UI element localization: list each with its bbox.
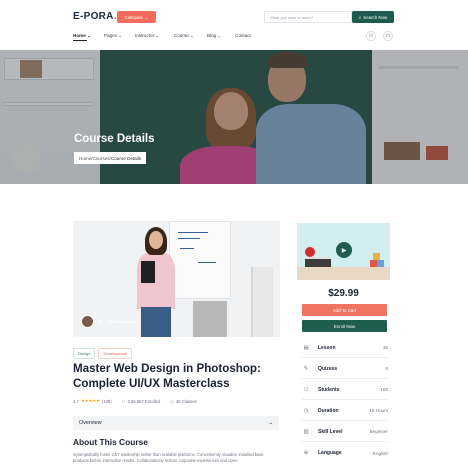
nav-item-blog[interactable]: Blog ⌄ [207, 33, 221, 39]
info-row-language: ⊕ Language English [303, 450, 388, 456]
info-row-duration: ◷ Duration 15 Hours [302, 401, 388, 421]
course-thumbnail: By Emilia Jonas [73, 221, 280, 337]
overview-accordion[interactable]: Overview ⌄ [73, 416, 279, 430]
user-icon[interactable]: ⚇ [366, 31, 376, 41]
category-label: Categorie [124, 14, 143, 20]
classes-icon: ◷ [170, 398, 174, 404]
tag-design[interactable]: Design [73, 348, 96, 359]
enrolled-count: 2,56,687 Enrolled [127, 398, 161, 404]
breadcrumb: Home / Courses / Course Details [74, 152, 147, 164]
search-button[interactable]: ⌕ Search Now [352, 11, 394, 23]
about-heading: About This Course [73, 437, 148, 447]
classes-count: 36 Classes [175, 398, 197, 404]
info-row-students: ⚇ Students 105 [302, 380, 388, 400]
chevron-down-icon: ⌄ [144, 14, 149, 20]
course-author[interactable]: By Emilia Jonas [81, 315, 135, 328]
about-text: Synergistically foster 24/7 leadership r… [73, 452, 264, 464]
info-row-quizess: ✎ Quizess 6 [302, 359, 388, 379]
whiteboard [169, 221, 231, 299]
breadcrumb-current: Course Details [110, 155, 142, 161]
search-icon: ⌕ [358, 14, 362, 20]
tag-development[interactable]: Development [98, 348, 133, 359]
enrolled-icon: ⚇ [121, 398, 126, 404]
search-input[interactable]: What you want to learn? [264, 11, 352, 23]
review-count: (108) [101, 398, 112, 404]
globe-icon: ⊕ [303, 450, 309, 456]
hero-banner: Course Details Home / Courses / Course D… [0, 50, 468, 184]
category-dropdown-button[interactable]: Categorie ⌄ [117, 11, 156, 23]
students-icon: ⚇ [303, 386, 309, 393]
search-button-label: Search Now [363, 14, 388, 20]
nav-item-pages[interactable]: Pages ⌄ [104, 33, 122, 39]
skill-icon: ▥ [303, 428, 309, 435]
info-row-skill-level: ▥ Skill Level Beginner [302, 422, 388, 442]
rating-stars: ★★★★★ [80, 398, 100, 403]
nav-item-contact[interactable]: Contact [235, 33, 251, 38]
overview-label: Overview [79, 420, 102, 426]
course-meta: 4.7 ★★★★★ (108) ⚇ 2,56,687 Enrolled ◷ 36… [73, 398, 197, 404]
lesson-icon: ▤ [303, 344, 309, 351]
course-price: $29.99 [328, 288, 359, 299]
nav-item-home[interactable]: Home ⌄ [73, 33, 91, 41]
rating-value: 4.7 [73, 398, 79, 404]
shopping-bag-icon[interactable]: ⊓ [383, 31, 393, 41]
site-header: E-PORA. Categorie ⌄ What you want to lea… [0, 0, 468, 50]
breadcrumb-home[interactable]: Home [79, 156, 91, 161]
info-row-lesson: ▤ Lesson 36 [302, 338, 388, 358]
add-to-cart-button[interactable]: Add To Cart [302, 304, 387, 316]
course-tags: Design Development [73, 348, 133, 359]
clock-icon: ◷ [303, 407, 309, 414]
logo[interactable]: E-PORA. [73, 11, 117, 22]
play-video-icon[interactable]: ▶ [336, 242, 352, 258]
avatar [81, 315, 94, 328]
quiz-icon: ✎ [303, 365, 309, 372]
page-title: Course Details [74, 133, 155, 145]
nav-item-course[interactable]: Course ⌄ [174, 33, 194, 39]
course-title: Master Web Design in Photoshop: Complete… [73, 362, 261, 391]
nav-item-instructor[interactable]: Instructor ⌄ [135, 33, 159, 39]
enroll-now-button[interactable]: Enroll Now [302, 320, 387, 332]
author-name: Emilia Jonas [107, 319, 136, 324]
chevron-down-icon: ⌄ [268, 420, 273, 426]
breadcrumb-courses[interactable]: Courses [93, 156, 110, 161]
